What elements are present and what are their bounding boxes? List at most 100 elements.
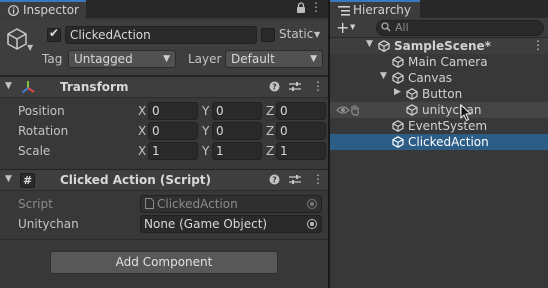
item-label: Canvas	[408, 71, 453, 85]
layer-dropdown[interactable]: Default ▼	[225, 50, 323, 68]
static-checkbox[interactable]	[261, 28, 275, 42]
script-component-header[interactable]: ▼ # Clicked Action (Script) ? ⋮	[0, 169, 328, 191]
inspector-panel: Inspector ⋮ ▼ ✔ ClickedAction Static ▼ T…	[0, 0, 328, 288]
hierarchy-item-eventsystem[interactable]: EventSystem	[330, 118, 548, 134]
transform-title: Transform	[60, 80, 129, 94]
axis-x-label[interactable]: X	[138, 124, 146, 138]
foldout-arrow-icon[interactable]: ▼	[366, 39, 373, 49]
item-label: ClickedAction	[408, 135, 489, 149]
position-label: Position	[18, 104, 65, 118]
transform-axes-icon	[21, 80, 35, 94]
chevron-down-icon: ▼	[163, 54, 170, 64]
lock-icon[interactable]	[296, 2, 306, 14]
gameobject-cube-icon	[392, 72, 404, 84]
axis-y-label[interactable]: Y	[202, 124, 209, 138]
position-y-field[interactable]: 0	[212, 102, 262, 120]
icon-dropdown-caret[interactable]: ▼	[27, 43, 33, 52]
script-reference-field: ClickedAction	[140, 195, 322, 213]
foldout-arrow-icon[interactable]: ▼	[5, 174, 12, 184]
scene-row[interactable]: ▼ SampleScene* ⋮	[330, 38, 548, 54]
hierarchy-list-icon	[338, 6, 350, 16]
unity-scene-icon	[378, 40, 390, 52]
search-placeholder: All	[395, 21, 409, 34]
gameobject-cube-icon[interactable]	[6, 27, 28, 51]
gameobject-header: ▼ ✔ ClickedAction Static ▼ Tag Untagged …	[0, 20, 328, 76]
info-icon	[8, 5, 19, 16]
scale-z-field[interactable]: 1	[276, 142, 326, 160]
transform-header[interactable]: ▼ Transform ? ⋮	[0, 76, 328, 98]
more-options-icon[interactable]: ⋮	[310, 0, 322, 14]
foldout-arrow-icon[interactable]: ▼	[380, 71, 387, 81]
static-label: Static	[279, 27, 314, 41]
divider	[0, 239, 328, 240]
static-dropdown-caret[interactable]: ▼	[314, 30, 320, 39]
svg-text:?: ?	[272, 176, 277, 185]
tab-hierarchy[interactable]: Hierarchy	[330, 0, 420, 20]
help-icon[interactable]: ?	[269, 81, 280, 92]
tab-inspector[interactable]: Inspector	[0, 0, 86, 20]
axis-z-label[interactable]: Z	[266, 144, 274, 158]
axis-y-label[interactable]: Y	[202, 144, 209, 158]
preset-icon[interactable]	[289, 81, 301, 92]
unitychan-object-field[interactable]: None (Game Object)	[140, 215, 322, 233]
hierarchy-item-canvas[interactable]: ▼ Canvas	[330, 70, 548, 86]
rotation-y-field[interactable]: 0	[212, 122, 262, 140]
active-checkbox[interactable]: ✔	[47, 26, 61, 42]
rotation-z-field[interactable]: 0	[276, 122, 326, 140]
gameobject-cube-icon	[392, 120, 404, 132]
object-picker-icon[interactable]	[307, 219, 317, 229]
tag-dropdown[interactable]: Untagged ▼	[68, 50, 176, 68]
scene-menu-icon[interactable]: ⋮	[532, 38, 544, 52]
foldout-arrow-icon[interactable]: ▶	[394, 87, 401, 97]
context-menu-icon[interactable]: ⋮	[312, 79, 324, 93]
foldout-arrow-icon[interactable]: ▼	[5, 81, 12, 91]
object-picker-icon	[307, 199, 317, 209]
script-file-icon	[145, 198, 154, 209]
item-label: EventSystem	[408, 119, 488, 133]
chevron-down-icon: ▼	[310, 54, 317, 64]
script-reference-value: ClickedAction	[157, 197, 238, 211]
create-dropdown-caret[interactable]: ▼	[350, 23, 355, 31]
scale-y-field[interactable]: 1	[212, 142, 262, 160]
rotation-x-field[interactable]: 0	[148, 122, 198, 140]
component-enabled-checkbox[interactable]: #	[20, 173, 35, 188]
axis-y-label[interactable]: Y	[202, 104, 209, 118]
scale-label: Scale	[18, 144, 51, 158]
scene-name: SampleScene*	[394, 39, 491, 53]
tab-label: Inspector	[23, 3, 79, 17]
position-x-field[interactable]: 0	[148, 102, 198, 120]
pickable-hand-icon[interactable]	[350, 104, 360, 116]
scale-x-field[interactable]: 1	[148, 142, 198, 160]
context-menu-icon[interactable]: ⋮	[312, 172, 324, 186]
tag-label: Tag	[42, 52, 63, 66]
hierarchy-item-main-camera[interactable]: Main Camera	[330, 54, 548, 70]
visibility-eye-icon[interactable]	[336, 105, 350, 115]
tag-value: Untagged	[74, 52, 133, 66]
script-component-title: Clicked Action (Script)	[60, 173, 212, 187]
hierarchy-item-unitychan[interactable]: unitychan	[330, 102, 548, 118]
axis-x-label[interactable]: X	[138, 104, 146, 118]
add-component-button[interactable]: Add Component	[50, 251, 278, 274]
script-label: Script	[18, 197, 53, 211]
svg-text:?: ?	[272, 83, 277, 92]
help-icon[interactable]: ?	[269, 174, 280, 185]
hierarchy-item-button[interactable]: ▶ Button	[330, 86, 548, 102]
hierarchy-panel: Hierarchy + ▼ All ▼ SampleScene* ⋮ Main …	[330, 0, 548, 288]
position-z-field[interactable]: 0	[276, 102, 326, 120]
gameobject-cube-icon	[406, 88, 418, 100]
axis-z-label[interactable]: Z	[266, 124, 274, 138]
hierarchy-search-input[interactable]: All	[376, 20, 544, 36]
check-icon: ✔	[49, 26, 60, 40]
gameobject-name-field[interactable]: ClickedAction	[65, 26, 257, 44]
axis-x-label[interactable]: X	[138, 144, 146, 158]
item-label: unitychan	[422, 103, 482, 117]
gameobject-cube-icon	[406, 104, 418, 116]
gameobject-cube-icon	[392, 136, 404, 148]
create-button[interactable]: +	[336, 18, 349, 37]
axis-z-label[interactable]: Z	[266, 104, 274, 118]
hierarchy-item-clickedaction[interactable]: ClickedAction	[330, 134, 548, 150]
preset-icon[interactable]	[289, 174, 301, 185]
layer-value: Default	[231, 52, 275, 66]
cs-script-icon: #	[23, 174, 33, 187]
hierarchy-toolbar: + ▼ All	[330, 18, 548, 38]
